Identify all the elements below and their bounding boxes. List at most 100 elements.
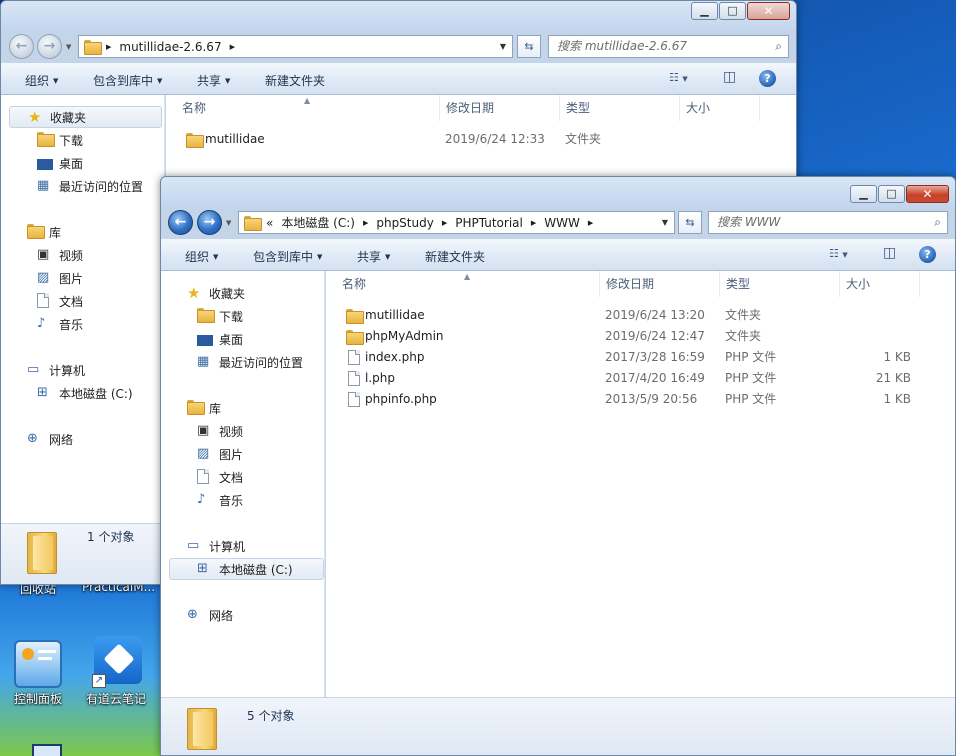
chevron-down-icon: ▼: [682, 75, 688, 83]
new-folder-button[interactable]: 新建文件夹: [425, 248, 485, 265]
change-view-button[interactable]: ☷ ▼: [829, 247, 848, 260]
breadcrumb-item[interactable]: phpStudy: [376, 216, 434, 230]
details-pane: 5 个对象: [161, 697, 955, 755]
recent-pages-dropdown[interactable]: ▼: [226, 219, 234, 227]
column-header-size[interactable]: 大小: [840, 271, 920, 297]
preview-pane-button[interactable]: ◫: [883, 245, 896, 261]
preview-pane-button[interactable]: ◫: [723, 69, 736, 85]
nav-pictures[interactable]: ▨ 图片: [37, 267, 83, 289]
nav-videos[interactable]: ▣ 视频: [37, 244, 83, 266]
breadcrumb-item[interactable]: 本地磁盘 (C:): [281, 214, 355, 231]
help-button[interactable]: ?: [919, 246, 936, 263]
nav-recent-places[interactable]: ▦ 最近访问的位置: [197, 351, 303, 373]
breadcrumb: « 本地磁盘 (C:) ▶ phpStudy ▶ PHPTutorial ▶ W…: [266, 214, 656, 231]
column-header-type[interactable]: 类型: [720, 271, 840, 297]
column-header-date[interactable]: 修改日期: [600, 271, 720, 297]
maximize-icon: □: [886, 187, 897, 200]
share-menu[interactable]: 共享 ▼: [197, 72, 230, 89]
sort-ascending-icon: ▲: [464, 272, 471, 281]
nav-documents[interactable]: 文档: [197, 466, 243, 488]
desktop-icon-label-youdao[interactable]: 有道云笔记: [86, 690, 146, 707]
refresh-button[interactable]: ⇆: [517, 35, 541, 58]
desktop-icon-label-control-panel[interactable]: 控制面板: [14, 690, 62, 707]
share-label: 共享: [357, 250, 382, 264]
include-library-label: 包含到库中: [253, 250, 314, 264]
table-row[interactable]: mutillidae 2019/6/24 12:33 文件夹: [166, 129, 796, 150]
title-bar[interactable]: ▁ □ ✕: [161, 177, 955, 207]
column-header-type[interactable]: 类型: [560, 95, 680, 121]
nav-pictures[interactable]: ▨ 图片: [197, 443, 243, 465]
column-header-size[interactable]: 大小: [680, 95, 760, 121]
back-button[interactable]: ←: [9, 34, 34, 59]
nav-label: 库: [209, 401, 222, 416]
refresh-button[interactable]: ⇆: [678, 211, 702, 234]
nav-local-disk[interactable]: ⊞ 本地磁盘 (C:): [169, 558, 324, 580]
organize-menu[interactable]: 组织 ▼: [25, 72, 58, 89]
address-dropdown-icon[interactable]: ▼: [494, 42, 512, 51]
nav-recent-places[interactable]: ▦ 最近访问的位置: [37, 175, 143, 197]
nav-desktop[interactable]: 桌面: [37, 152, 83, 174]
maximize-button[interactable]: □: [878, 185, 905, 203]
nav-network[interactable]: ⊕ 网络: [27, 428, 73, 450]
back-button[interactable]: ←: [168, 210, 193, 235]
nav-libraries[interactable]: 库: [187, 397, 221, 419]
nav-videos[interactable]: ▣ 视频: [197, 420, 243, 442]
file-type: 文件夹: [565, 132, 602, 146]
column-header-date[interactable]: 修改日期: [440, 95, 560, 121]
downloads-folder-icon: [37, 132, 55, 148]
control-panel-bar-icon: [38, 657, 52, 660]
minimize-button[interactable]: ▁: [691, 2, 718, 20]
nav-computer[interactable]: ▭ 计算机: [27, 359, 85, 381]
close-button[interactable]: ✕: [747, 2, 790, 20]
control-panel-icon[interactable]: [14, 640, 62, 688]
nav-documents[interactable]: 文档: [37, 290, 83, 312]
maximize-button[interactable]: □: [719, 2, 746, 20]
table-row[interactable]: phpinfo.php 2013/5/9 20:56 PHP 文件 1 KB: [326, 389, 955, 410]
nav-downloads[interactable]: 下载: [37, 129, 83, 151]
table-row[interactable]: phpMyAdmin 2019/6/24 12:47 文件夹: [326, 326, 955, 347]
file-date: 2013/5/9 20:56: [605, 392, 698, 406]
nav-downloads[interactable]: 下载: [197, 305, 243, 327]
organize-menu[interactable]: 组织 ▼: [185, 248, 218, 265]
change-view-button[interactable]: ☷ ▼: [669, 71, 688, 84]
nav-network[interactable]: ⊕ 网络: [187, 604, 233, 626]
breadcrumb-separator-icon: ▶: [441, 218, 448, 227]
breadcrumb-item[interactable]: PHPTutorial: [455, 216, 523, 230]
table-row[interactable]: l.php 2017/4/20 16:49 PHP 文件 21 KB: [326, 368, 955, 389]
nav-favorites[interactable]: ★ 收藏夹: [187, 282, 245, 304]
nav-local-disk[interactable]: ⊞ 本地磁盘 (C:): [37, 382, 133, 404]
nav-music[interactable]: ♪ 音乐: [37, 313, 83, 335]
youdao-note-icon[interactable]: ↗: [92, 636, 142, 688]
search-input[interactable]: 搜索 mutillidae-2.6.67 ⌕: [548, 35, 789, 58]
table-row[interactable]: index.php 2017/3/28 16:59 PHP 文件 1 KB: [326, 347, 955, 368]
forward-button[interactable]: →: [197, 210, 222, 235]
file-date: 2017/4/20 16:49: [605, 371, 705, 385]
forward-button[interactable]: →: [37, 34, 62, 59]
address-dropdown-icon[interactable]: ▼: [656, 218, 674, 227]
nav-computer[interactable]: ▭ 计算机: [187, 535, 245, 557]
search-placeholder: 搜索 WWW: [717, 215, 781, 229]
title-bar[interactable]: ▁ □ ✕: [1, 1, 796, 31]
nav-music[interactable]: ♪ 音乐: [197, 489, 243, 511]
include-in-library-menu[interactable]: 包含到库中 ▼: [93, 72, 162, 89]
share-menu[interactable]: 共享 ▼: [357, 248, 390, 265]
recent-pages-dropdown[interactable]: ▼: [66, 43, 74, 51]
nav-libraries[interactable]: 库: [27, 221, 61, 243]
recent-places-icon: ▦: [37, 178, 50, 193]
address-bar[interactable]: « 本地磁盘 (C:) ▶ phpStudy ▶ PHPTutorial ▶ W…: [238, 211, 675, 234]
nav-favorites[interactable]: ★ 收藏夹: [9, 106, 162, 128]
close-button[interactable]: ✕: [906, 185, 949, 203]
address-bar[interactable]: ▶ mutillidae-2.6.67 ▶ ▼: [78, 35, 513, 58]
computer-desktop-icon[interactable]: [32, 744, 62, 756]
minimize-button[interactable]: ▁: [850, 185, 877, 203]
breadcrumb-overflow[interactable]: «: [266, 216, 273, 230]
new-folder-button[interactable]: 新建文件夹: [265, 72, 325, 89]
help-button[interactable]: ?: [759, 70, 776, 87]
breadcrumb-item[interactable]: mutillidae-2.6.67: [119, 40, 221, 54]
nav-desktop[interactable]: 桌面: [197, 328, 243, 350]
search-input[interactable]: 搜索 WWW ⌕: [708, 211, 948, 234]
document-icon: [197, 469, 213, 485]
table-row[interactable]: mutillidae 2019/6/24 13:20 文件夹: [326, 305, 955, 326]
include-in-library-menu[interactable]: 包含到库中 ▼: [253, 248, 322, 265]
breadcrumb-item[interactable]: WWW: [544, 216, 580, 230]
